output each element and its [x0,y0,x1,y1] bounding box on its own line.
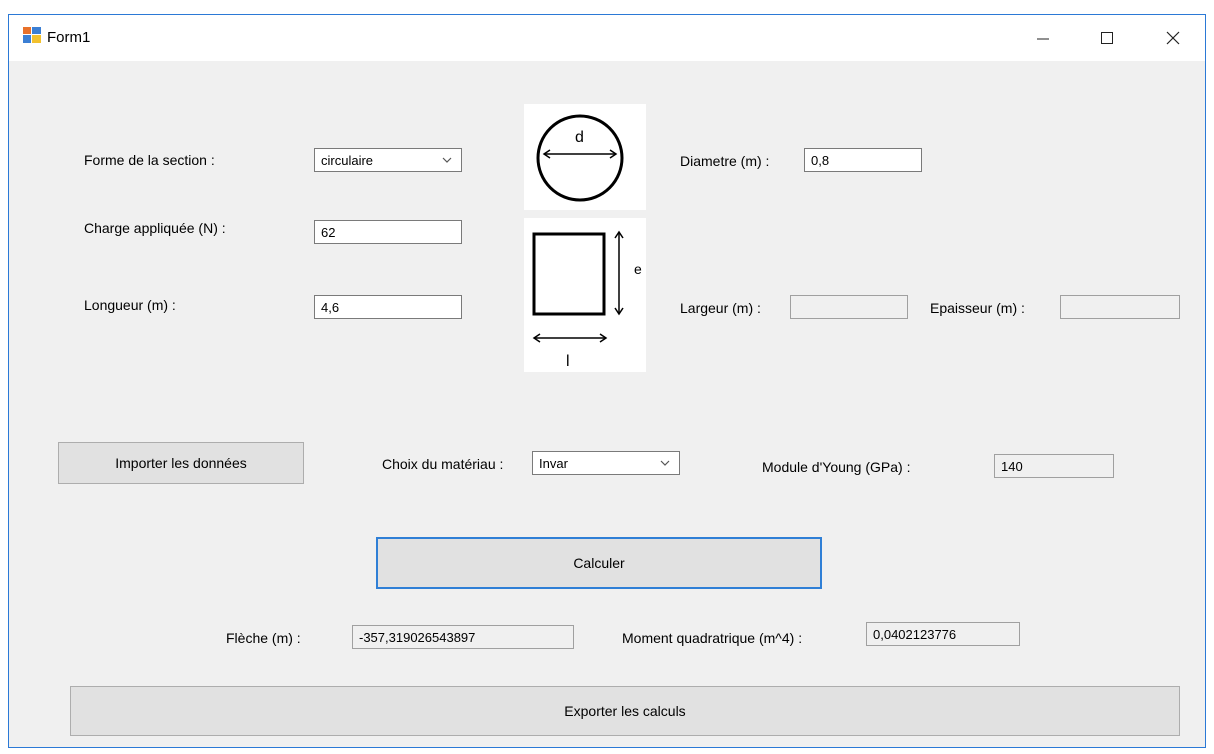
longueur-label: Longueur (m) : [84,297,176,313]
maximize-icon [1101,32,1113,44]
diametre-label: Diametre (m) : [680,153,770,169]
materiau-select-value: Invar [539,456,568,471]
chevron-down-icon [442,157,452,163]
circle-section-diagram: d [524,104,646,210]
circle-section-icon: d [536,114,624,202]
background-strip [0,0,1214,14]
rect-section-diagram: e l [524,218,646,372]
app-icon [23,27,41,43]
moment-label: Moment quadratrique (m^4) : [622,630,803,646]
charge-input[interactable]: 62 [314,220,462,244]
minimize-icon [1037,38,1049,40]
window-title: Form1 [47,29,91,46]
rect-e-label: e [634,261,642,277]
forme-label: Forme de la section : [84,152,215,168]
diametre-input[interactable]: 0,8 [804,148,922,172]
importer-button[interactable]: Importer les données [58,442,304,484]
materiau-label: Choix du matériau : [382,456,504,472]
circle-d-label: d [575,129,584,146]
forme-select[interactable]: circulaire [314,148,462,172]
close-button[interactable] [1143,15,1203,61]
close-icon [1166,31,1180,45]
maximize-button[interactable] [1077,15,1137,61]
calculer-button[interactable]: Calculer [376,537,822,589]
moment-output[interactable]: 0,0402123776 [866,622,1020,646]
forme-select-value: circulaire [321,153,374,168]
rect-section-icon: e l [532,230,642,370]
young-input[interactable]: 140 [994,454,1114,478]
minimize-button[interactable] [1013,15,1073,61]
materiau-select[interactable]: Invar [532,451,680,475]
longueur-input[interactable]: 4,6 [314,295,462,319]
young-label: Module d'Young (GPa) : [762,459,911,475]
chevron-down-icon [660,460,670,466]
fleche-output[interactable]: -357,319026543897 [352,625,574,649]
title-bar[interactable]: Form1 [9,15,1205,61]
fleche-label: Flèche (m) : [226,630,301,646]
rect-l-label: l [566,353,570,370]
charge-label: Charge appliquée (N) : [84,220,226,236]
largeur-label: Largeur (m) : [680,300,761,316]
epaisseur-label: Epaisseur (m) : [930,300,1025,316]
largeur-input[interactable] [790,295,908,319]
epaisseur-input[interactable] [1060,295,1180,319]
exporter-button[interactable]: Exporter les calculs [70,686,1180,736]
